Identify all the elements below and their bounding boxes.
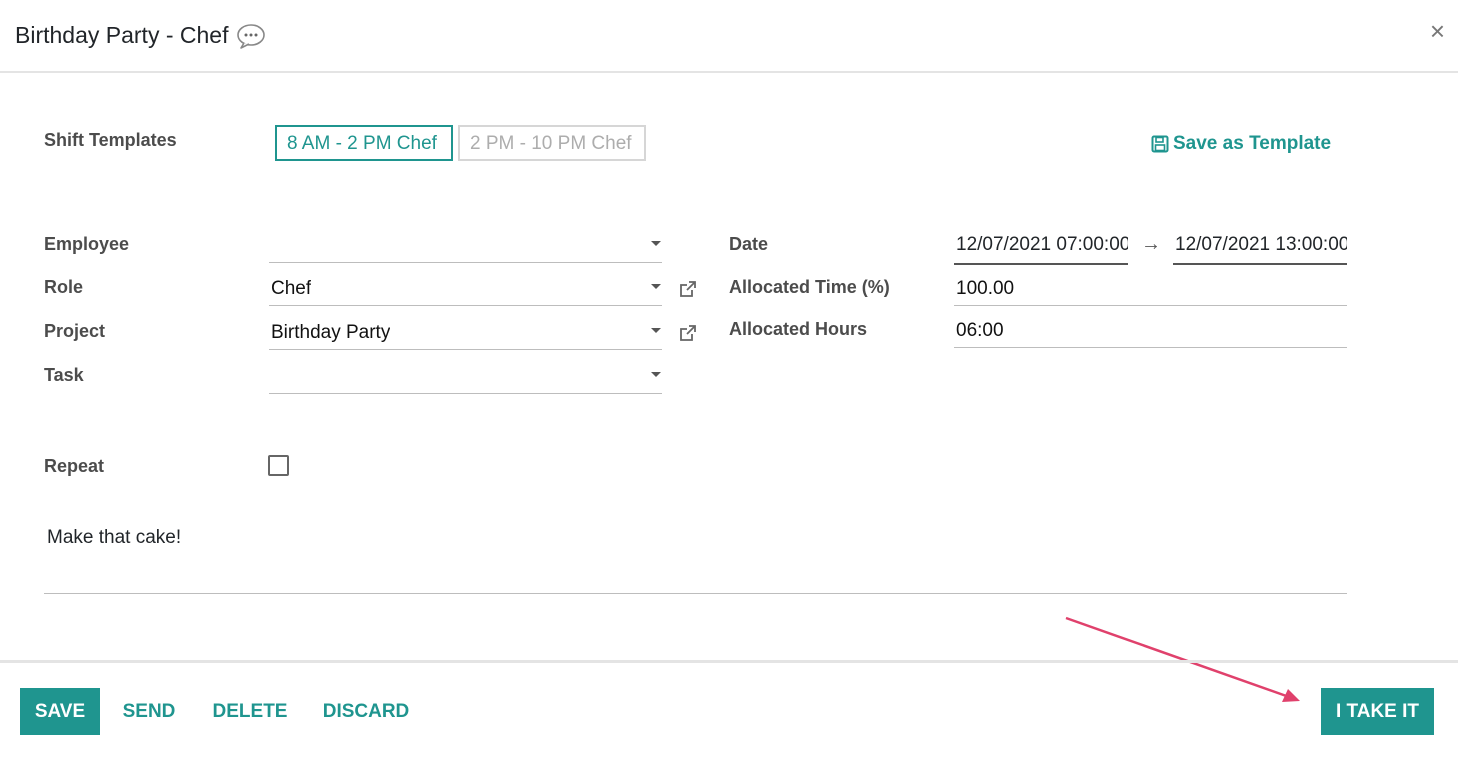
allocated-time-value: 100.00 bbox=[956, 278, 1015, 299]
chevron-down-icon bbox=[651, 328, 661, 333]
repeat-label: Repeat bbox=[44, 456, 105, 476]
allocated-hours-value: 06:00 bbox=[956, 320, 1004, 341]
role-value: Chef bbox=[271, 278, 312, 299]
dialog-title-wrap: Birthday Party - Chef bbox=[15, 22, 266, 49]
chevron-down-icon bbox=[651, 284, 661, 289]
dialog-title: Birthday Party - Chef bbox=[15, 22, 229, 48]
task-label: Task bbox=[44, 365, 84, 385]
send-button[interactable]: Send bbox=[112, 688, 186, 735]
template-evening-chef[interactable]: 2 PM - 10 PM Chef bbox=[458, 125, 646, 161]
delete-button[interactable]: Delete bbox=[204, 688, 296, 735]
note-text: Make that cake! bbox=[47, 527, 182, 548]
date-end-input[interactable]: 12/07/2021 13:00:00 bbox=[1173, 228, 1347, 265]
save-as-template-label: Save as Template bbox=[1173, 133, 1332, 154]
date-start-input[interactable]: 12/07/2021 07:00:00 bbox=[954, 228, 1128, 265]
chevron-down-icon bbox=[651, 241, 661, 246]
date-label: Date bbox=[729, 234, 769, 254]
allocated-hours-label: Allocated Hours bbox=[729, 319, 868, 339]
chevron-down-icon bbox=[651, 372, 661, 377]
allocated-time-input[interactable]: 100.00 bbox=[954, 268, 1347, 306]
external-link-icon[interactable] bbox=[678, 323, 698, 343]
save-as-template-link[interactable]: Save as Template bbox=[1151, 133, 1331, 155]
close-icon[interactable]: × bbox=[1430, 18, 1445, 44]
employee-select[interactable] bbox=[269, 225, 662, 263]
note-textarea[interactable]: Make that cake! bbox=[44, 520, 1347, 594]
project-select[interactable]: Birthday Party bbox=[269, 312, 662, 350]
allocated-time-label: Allocated Time (%) bbox=[729, 277, 890, 297]
allocated-hours-input[interactable]: 06:00 bbox=[954, 310, 1347, 348]
date-end-value: 12/07/2021 13:00:00 bbox=[1175, 234, 1347, 255]
date-start-value: 12/07/2021 07:00:00 bbox=[956, 234, 1128, 255]
repeat-checkbox[interactable] bbox=[268, 455, 289, 476]
dialog-header: Birthday Party - Chef × bbox=[0, 0, 1458, 73]
chat-bubble-icon[interactable] bbox=[236, 23, 266, 49]
shift-templates-label: Shift Templates bbox=[44, 130, 177, 150]
take-shift-button[interactable]: I Take It bbox=[1321, 688, 1434, 735]
project-label: Project bbox=[44, 321, 106, 341]
external-link-icon[interactable] bbox=[678, 279, 698, 299]
employee-label: Employee bbox=[44, 234, 130, 254]
role-select[interactable]: Chef bbox=[269, 268, 662, 306]
template-morning-chef[interactable]: 8 AM - 2 PM Chef bbox=[275, 125, 453, 161]
discard-button[interactable]: Discard bbox=[315, 688, 417, 735]
role-label: Role bbox=[44, 277, 84, 297]
project-value: Birthday Party bbox=[271, 322, 391, 343]
save-button[interactable]: Save bbox=[20, 688, 100, 735]
floppy-disk-icon bbox=[1151, 135, 1169, 153]
task-select[interactable] bbox=[269, 356, 662, 394]
arrow-right-icon: → bbox=[1141, 233, 1161, 255]
